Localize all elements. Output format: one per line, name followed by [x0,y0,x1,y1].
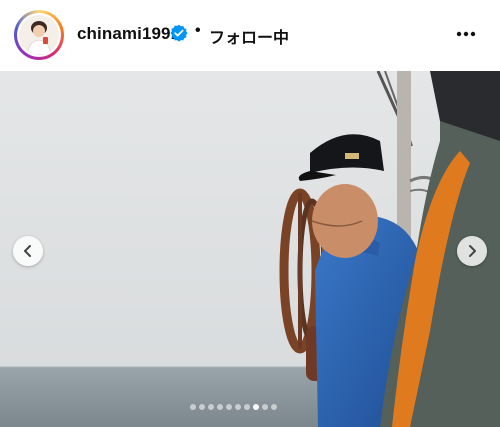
follow-status-button[interactable]: フォロー中 [209,24,289,48]
carousel-dot [208,404,214,410]
carousel-dot [190,404,196,410]
carousel-dot [235,404,241,410]
verified-badge-icon [170,24,188,42]
photo-scene [0,71,500,427]
avatar-image [19,15,59,55]
username[interactable]: chinami1991 [77,24,180,44]
more-options-icon[interactable] [453,24,479,44]
carousel-dot [253,404,259,410]
profile-avatar[interactable] [14,10,64,60]
carousel-indicator [190,404,277,412]
carousel-dot [262,404,268,410]
chevron-left-icon [24,245,31,257]
carousel-dot [271,404,277,410]
post-photo [0,71,500,427]
carousel-dot [226,404,232,410]
carousel-next-button[interactable] [457,236,487,266]
carousel-dot [199,404,205,410]
carousel-dot [217,404,223,410]
separator-dot: • [195,22,201,39]
carousel-dot [244,404,250,410]
avatar-border [17,13,61,57]
post-header: chinami1991 • フォロー中 [0,0,500,70]
chevron-right-icon [469,245,476,257]
carousel-prev-button[interactable] [13,236,43,266]
